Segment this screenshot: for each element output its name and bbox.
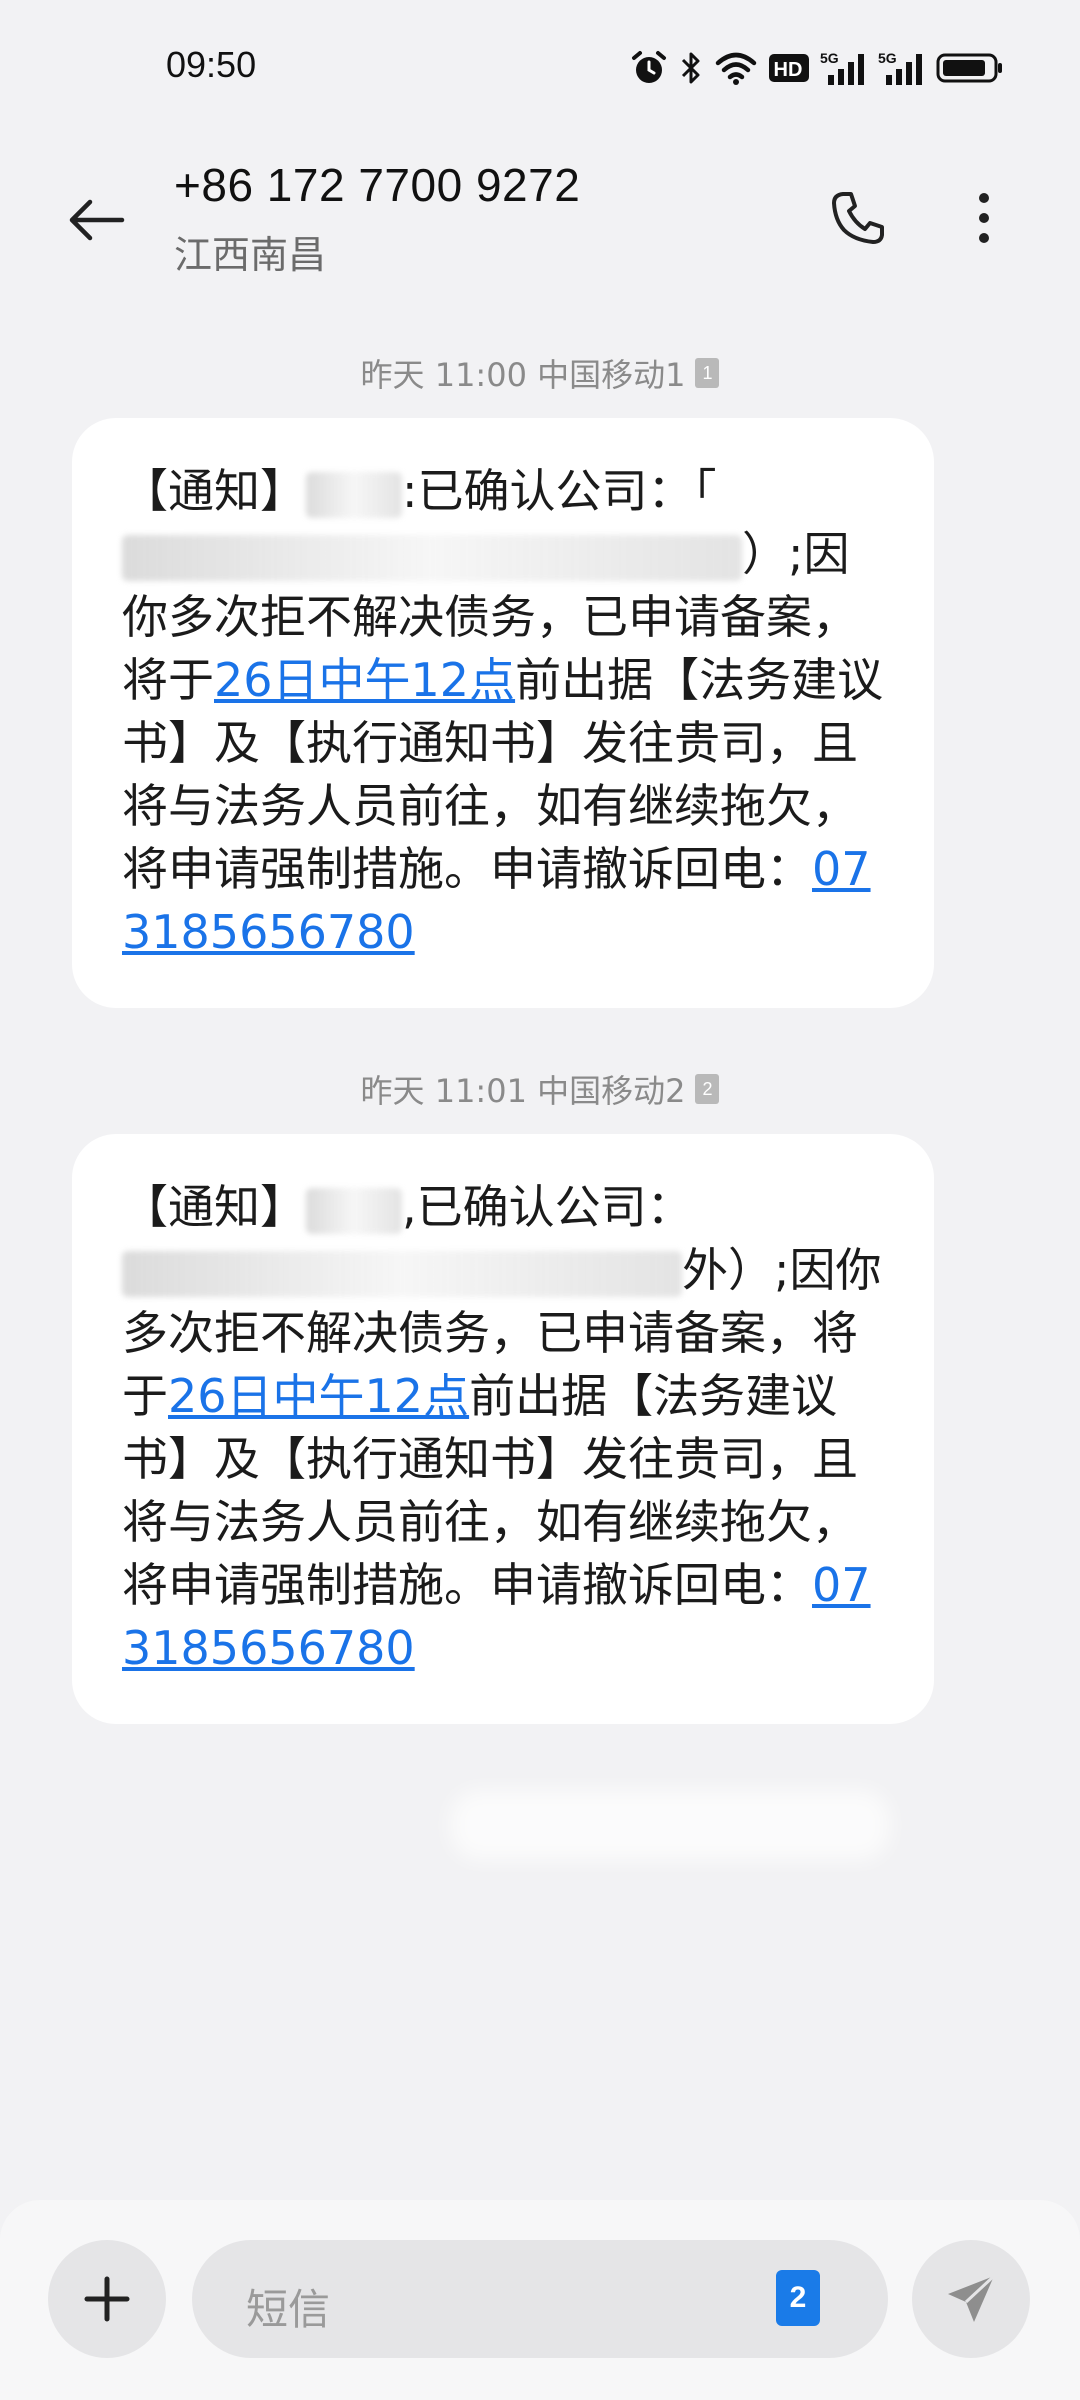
message-timestamp: 昨天 11:01 中国移动2 xyxy=(360,1072,686,1110)
add-attachment-button[interactable] xyxy=(48,2240,166,2358)
more-options-button[interactable] xyxy=(944,178,1024,258)
sms-conversation-screen: 09:50 HD 5G 5G +86 172 7700 9272 江西南昌 昨天… xyxy=(0,0,1080,2400)
redacted-text xyxy=(306,471,402,518)
redaction-smudge xyxy=(450,1790,890,1860)
hd-label: HD xyxy=(774,59,803,81)
message-prefix: 【通知】 xyxy=(122,464,306,518)
message-bubble[interactable]: 【通知】 ,已确认公司：外）;因你多次拒不解决债务，已申请备案，将于26日中午12… xyxy=(72,1134,934,1724)
message-meta: 昨天 11:00 中国移动1 1 xyxy=(0,350,1080,396)
redacted-text xyxy=(122,534,742,581)
message-prefix: 【通知】 xyxy=(122,1180,306,1234)
phone-icon xyxy=(832,192,884,244)
message-text: 【通知】 ,已确认公司：外）;因你多次拒不解决债务，已申请备案，将于26日中午12… xyxy=(122,1176,890,1680)
sim-badge-icon: 1 xyxy=(695,358,720,388)
message-composer: 短信 2 xyxy=(0,2200,1080,2400)
5g-signal-icon: 5G xyxy=(820,46,868,90)
call-button[interactable] xyxy=(818,178,898,258)
network-label-2: 5G xyxy=(878,50,897,66)
date-link[interactable]: 26日中午12点 xyxy=(214,653,515,707)
hd-icon: HD xyxy=(768,46,810,90)
message-input[interactable]: 短信 2 xyxy=(192,2240,888,2358)
send-icon xyxy=(948,2274,996,2322)
status-bar: 09:50 HD 5G 5G xyxy=(0,0,1080,140)
status-icons: HD 5G 5G xyxy=(630,46,1004,90)
sim-select-button[interactable]: 2 xyxy=(776,2270,820,2326)
message-confirm: :已确认公司：「 xyxy=(402,464,717,518)
message-text: 【通知】:已确认公司：「）;因你多次拒不解决债务，已申请备案，将于26日中午12… xyxy=(122,460,890,964)
message-confirm: ,已确认公司： xyxy=(402,1180,693,1234)
send-button[interactable] xyxy=(912,2240,1030,2358)
more-vertical-icon xyxy=(979,193,989,243)
date-link[interactable]: 26日中午12点 xyxy=(168,1369,469,1423)
back-arrow-icon xyxy=(69,199,125,241)
message-bubble[interactable]: 【通知】:已确认公司：「）;因你多次拒不解决债务，已申请备案，将于26日中午12… xyxy=(72,418,934,1008)
battery-icon xyxy=(936,46,1004,90)
message-input-placeholder: 短信 xyxy=(246,2285,331,2334)
contact-location: 江西南昌 xyxy=(174,233,327,277)
message-meta: 昨天 11:01 中国移动2 2 xyxy=(0,1066,1080,1112)
conversation-header: +86 172 7700 9272 江西南昌 xyxy=(0,140,1080,290)
plus-icon xyxy=(84,2276,130,2322)
5g-signal-icon: 5G xyxy=(878,46,926,90)
alarm-icon xyxy=(630,46,668,90)
bluetooth-icon xyxy=(678,46,704,90)
redacted-text xyxy=(306,1187,402,1234)
contact-number: +86 172 7700 9272 xyxy=(174,159,581,211)
back-button[interactable] xyxy=(56,180,136,260)
sim-badge-icon: 2 xyxy=(695,1074,720,1104)
network-label-1: 5G xyxy=(820,50,839,66)
wifi-icon xyxy=(714,46,758,90)
message-timestamp: 昨天 11:00 中国移动1 xyxy=(360,356,686,394)
redacted-text xyxy=(122,1250,682,1297)
status-time: 09:50 xyxy=(166,44,257,85)
